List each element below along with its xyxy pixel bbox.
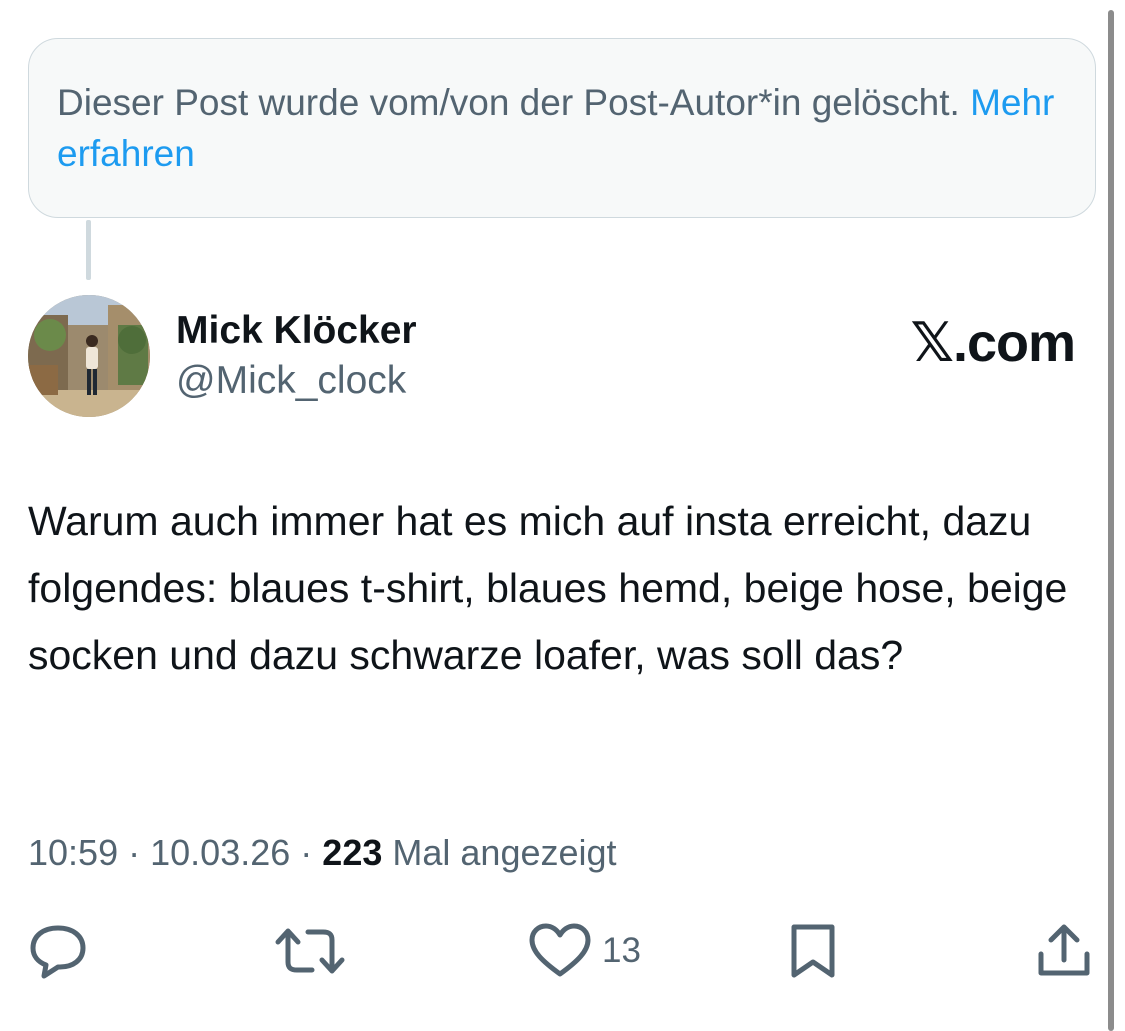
scrollbar[interactable] xyxy=(1108,10,1114,1031)
avatar[interactable] xyxy=(28,295,150,417)
share-button[interactable] xyxy=(1036,922,1092,980)
thread-connector-line xyxy=(86,220,91,280)
tweet-meta: 10:59 · 10.03.26 · 223 Mal angezeigt xyxy=(28,830,617,876)
share-icon xyxy=(1038,924,1090,976)
bookmark-icon xyxy=(791,924,835,978)
heart-icon xyxy=(529,923,591,977)
reply-icon xyxy=(30,925,86,979)
retweet-icon xyxy=(275,928,345,974)
views-label: Mal angezeigt xyxy=(392,832,617,873)
bookmark-button[interactable] xyxy=(788,922,838,980)
reply-button[interactable] xyxy=(28,922,88,980)
views-count: 223 xyxy=(322,832,383,873)
avatar-photo xyxy=(28,295,150,417)
deleted-post-text: Dieser Post wurde vom/von der Post-Autor… xyxy=(57,82,960,123)
like-button[interactable]: 13 xyxy=(528,922,641,980)
tweet-time[interactable]: 10:59 xyxy=(28,832,118,873)
retweet-button[interactable] xyxy=(274,922,346,980)
like-count: 13 xyxy=(602,931,641,970)
author-handle[interactable]: @Mick_clock xyxy=(176,356,406,406)
x-com-brand: 𝕏.com xyxy=(910,313,1076,373)
deleted-post-notice: Dieser Post wurde vom/von der Post-Autor… xyxy=(28,38,1096,218)
tweet-text: Warum auch immer hat es mich auf insta e… xyxy=(28,498,1068,678)
meta-separator: · xyxy=(300,832,313,873)
author-name[interactable]: Mick Klöcker xyxy=(176,306,417,356)
meta-separator: · xyxy=(128,832,141,873)
tweet-date[interactable]: 10.03.26 xyxy=(150,832,290,873)
